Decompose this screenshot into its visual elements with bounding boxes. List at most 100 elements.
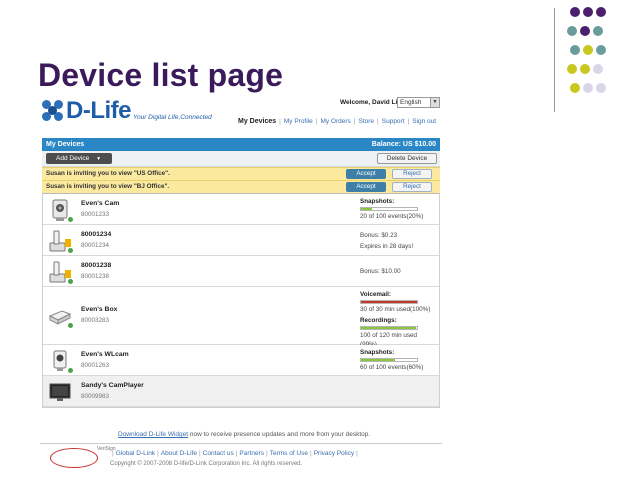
footer-link[interactable]: Partners (239, 450, 264, 457)
accept-button[interactable]: Accept (346, 169, 386, 179)
footer-separator: | (266, 450, 268, 457)
nav-separator: | (353, 118, 356, 125)
nav-my-profile[interactable]: My Profile (284, 118, 313, 125)
app-header: D-Life Your Digital Life,Connected Welco… (40, 95, 442, 135)
nav-store[interactable]: Store (359, 118, 375, 125)
bonus-text: Bonus: $0.23 (360, 232, 398, 239)
decorative-dot (567, 26, 577, 36)
footer-link[interactable]: Terms of Use (270, 450, 308, 457)
nav-my-orders[interactable]: My Orders (320, 118, 350, 125)
device-row[interactable]: 80001234 80001234 Bonus: $0.23 Expires in 2… (43, 225, 439, 256)
add-device-label: Add Device (56, 155, 90, 162)
decorative-dot (580, 64, 590, 74)
decorative-dot (583, 7, 593, 17)
bonus-text: Bonus: $10.00 (360, 268, 401, 275)
device-list: Even's Cam 80001233 Snapshots: 20 of 100 ev… (42, 193, 440, 408)
invitation-list: Susan is inviting you to view "US Office… (42, 167, 440, 193)
expires-text: Expires in 28 days! (360, 243, 414, 250)
online-status-icon (67, 215, 74, 223)
device-id: 80003283 (81, 317, 110, 324)
device-name[interactable]: Even's Cam (81, 200, 119, 207)
usage-bar (360, 358, 418, 362)
footer-link[interactable]: Global D-Link (116, 450, 155, 457)
nav-support[interactable]: Support (382, 118, 405, 125)
device-id: 80001263 (81, 361, 110, 369)
footer-separator: | (356, 450, 358, 457)
usage-label-text: Recordings: (360, 317, 397, 324)
footer-links: | Global D-Link | About D-Life | Contact us | P… (110, 450, 360, 457)
decorative-dot (583, 45, 593, 55)
verisign-seal-icon[interactable] (50, 448, 98, 468)
footer-divider (40, 443, 442, 444)
chevron-down-icon: ▼ (96, 156, 102, 162)
device-toolbar: Add Device ▼ Delete Device (42, 151, 440, 167)
decorative-dot (570, 83, 580, 93)
usage-detail: 60 of 100 events(60%) (360, 364, 424, 371)
footer-link[interactable]: Contact us (203, 450, 234, 457)
balance-text: Balance: US $10.00 (371, 141, 436, 148)
reject-button[interactable]: Reject (392, 169, 432, 179)
online-status-icon (67, 322, 74, 329)
device-name[interactable]: 80001234 (81, 231, 111, 238)
add-device-button[interactable]: Add Device ▼ (46, 153, 112, 164)
usage-label-text: Voicemail: (360, 291, 392, 298)
usage-detail: 100 of 120 min used (360, 332, 418, 339)
reject-button[interactable]: Reject (392, 182, 432, 192)
online-status-icon (67, 366, 74, 374)
slide-title: Device list page (38, 57, 284, 93)
decorative-dot (593, 26, 603, 36)
device-id: 80009983 (81, 392, 110, 400)
divider-line (554, 8, 555, 112)
logo-text: D-Life (66, 97, 132, 124)
device-row[interactable]: Even's WLcam 80001263 Snapshots: 60 of 100 … (43, 345, 439, 376)
footer-link[interactable]: About D-Life (161, 450, 197, 457)
invitation-row: Susan is inviting you to view "US Office… (42, 167, 440, 180)
usage-bar (360, 326, 418, 330)
usage-label: Snapshots: (360, 349, 394, 356)
device-name[interactable]: Even's Box (81, 306, 117, 313)
decorative-dot (583, 83, 593, 93)
delete-device-button[interactable]: Delete Device (377, 153, 437, 164)
device-row[interactable]: 80001238 80001238 Bonus: $10.00 (43, 256, 439, 287)
widget-promo: Download D-Life Widget now to receive pr… (118, 431, 370, 438)
welcome-text: Welcome, David Liu (340, 99, 402, 106)
device-name[interactable]: Sandy's CamPlayer (81, 382, 144, 389)
device-name[interactable]: 80001238 (81, 262, 111, 269)
nav-my-devices[interactable]: My Devices (238, 118, 276, 125)
footer-link[interactable]: Privacy Policy (314, 450, 354, 457)
language-select[interactable]: English ▼ (397, 97, 440, 108)
decorative-dot-grid (567, 7, 635, 105)
top-nav: My Devices | My Profile | My Orders | Store | Su… (238, 118, 436, 125)
download-widget-link[interactable]: Download D-Life Widget (118, 431, 188, 438)
decorative-dot (567, 64, 577, 74)
dlife-logo[interactable]: D-Life Your Digital Life,Connected (42, 97, 212, 124)
usage-label: Voicemail: (360, 291, 391, 298)
footer-separator: | (198, 450, 201, 457)
dlife-app-window: D-Life Your Digital Life,Connected Welco… (40, 95, 442, 475)
usage-detail: 20 of 100 events(20%) (360, 213, 424, 220)
footer-separator: | (235, 450, 238, 457)
panel-header: My Devices Balance: US $10.00 (42, 138, 440, 151)
decorative-dot (596, 83, 606, 93)
usage-bar-fill (361, 359, 395, 361)
usage-bar-fill (361, 301, 417, 303)
usage-bar (360, 207, 418, 211)
invitation-text: Susan is inviting you to view "BJ Office… (46, 183, 170, 190)
device-name[interactable]: Even's WLcam (81, 351, 129, 358)
monitor-icon (48, 380, 72, 404)
device-row[interactable]: Even's Cam 80001233 Snapshots: 20 of 100 ev… (43, 194, 439, 225)
usage-label-text: Snapshots: (360, 198, 395, 205)
accept-button[interactable]: Accept (346, 182, 386, 192)
decorative-dot (593, 64, 603, 74)
panel-title: My Devices (46, 141, 85, 148)
language-value: English (400, 99, 422, 106)
device-row[interactable]: Even's Box 80003283 Voicemail: 30 of 30 min… (43, 287, 439, 348)
usage-label-text: Snapshots: (360, 349, 395, 356)
decorative-dot (580, 26, 590, 36)
device-row[interactable]: Sandy's CamPlayer 80009983 (43, 376, 439, 407)
footer-separator: | (112, 450, 114, 457)
device-id: 80001234 (81, 241, 110, 249)
footer-separator: | (310, 450, 312, 457)
nav-separator: | (279, 118, 281, 125)
nav-sign-out[interactable]: Sign out (412, 118, 436, 125)
